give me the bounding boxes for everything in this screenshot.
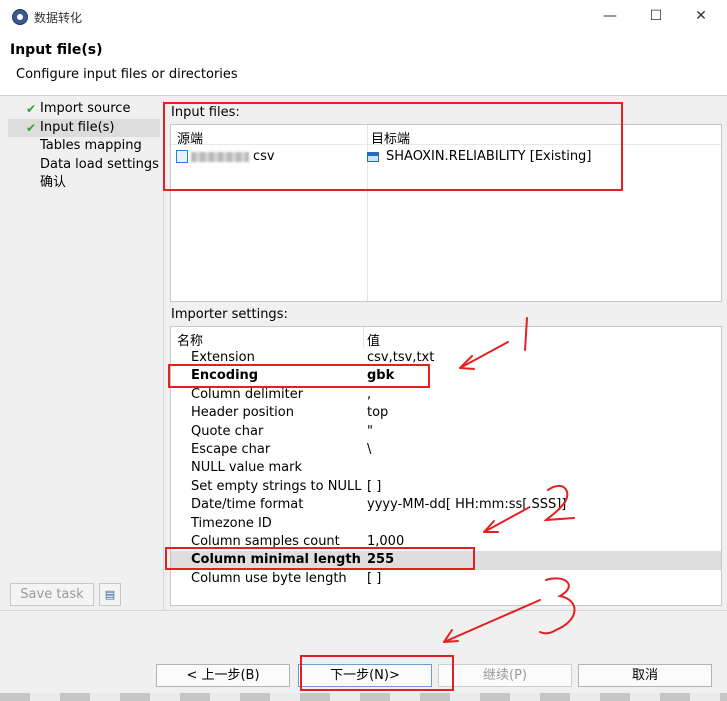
nav-item-input-files[interactable]: ✔ Input file(s) [8,118,160,137]
input-files-label: Input files: [171,105,240,120]
table-icon [367,152,379,162]
setting-name: Timezone ID [191,515,272,531]
setting-name: Encoding [191,368,259,384]
column-header-source[interactable]: 源端 [177,128,203,147]
background-window-strip [0,693,727,701]
setting-row-empty-strings-null[interactable]: Set empty strings to NULL [ ] [171,478,721,496]
setting-name: NULL value mark [191,460,303,476]
setting-row-header-position[interactable]: Header position top [171,404,721,422]
setting-row-timezone-id[interactable]: Timezone ID [171,515,721,533]
setting-value[interactable]: csv,tsv,txt [367,349,434,367]
setting-value[interactable]: 1,000 [367,533,404,551]
setting-row-column-delimiter[interactable]: Column delimiter , [171,386,721,404]
setting-name: Column delimiter [191,386,304,402]
setting-value[interactable]: top [367,404,388,422]
setting-row-byte-length[interactable]: Column use byte length [ ] [171,570,721,588]
setting-row-quote-char[interactable]: Quote char " [171,423,721,441]
setting-value[interactable]: gbk [367,367,394,385]
setting-name: Column samples count [191,534,340,549]
setting-row-extension[interactable]: Extension csv,tsv,txt [171,349,721,367]
nav-item-import-source[interactable]: ✔ Import source [8,100,160,119]
next-button[interactable]: 下一步(N)> [298,664,432,687]
wizard-footer [0,610,727,701]
setting-name: Escape char [191,442,271,457]
column-header-target[interactable]: 目标端 [371,128,410,147]
wizard-steps-nav: ✔ Import source ✔ Input file(s) Tables m… [8,100,160,610]
column-header-value[interactable]: 值 [367,330,380,349]
title-bar: 数据转化 — ☐ ✕ [0,0,727,34]
task-list-icon[interactable]: ▤ [99,583,121,606]
nav-item-label: Import source [40,101,131,116]
setting-name: Quote char [191,423,264,439]
nav-item-tables-mapping[interactable]: Tables mapping [8,137,160,156]
checkmark-icon: ✔ [26,120,37,135]
cancel-button[interactable]: 取消 [578,664,712,687]
close-icon[interactable]: ✕ [681,4,721,28]
nav-item-label: Tables mapping [40,138,142,153]
setting-value[interactable]: [ ] [367,478,381,496]
wizard-header: Input file(s) Configure input files or d… [0,34,727,96]
table-header: 名称 值 [171,327,721,349]
page-title: Input file(s) [10,42,103,58]
nav-item-confirm[interactable]: 确认 [8,174,160,193]
setting-value[interactable]: [ ] [367,570,381,588]
setting-value[interactable]: \ [367,441,371,459]
continue-button[interactable]: 继续(P) [438,664,572,687]
setting-row-escape-char[interactable]: Escape char \ [171,441,721,459]
window-title: 数据转化 [34,11,83,25]
setting-name: Column use byte length [191,570,347,586]
input-files-table[interactable]: 源端 目标端 csv SHAOXIN.RELIABILITY [Existing… [170,124,722,302]
nav-item-label: 确认 [40,175,67,190]
nav-item-data-load-settings[interactable]: Data load settings [8,156,160,175]
setting-value[interactable]: yyyy-MM-dd[ HH:mm:ss[.SSS]] [367,496,566,514]
importer-settings-label: Importer settings: [171,307,288,322]
checkmark-icon: ✔ [26,102,37,116]
panel-divider [163,100,164,610]
maximize-icon[interactable]: ☐ [636,4,676,28]
table-row[interactable]: csv SHAOXIN.RELIABILITY [Existing] [171,147,721,167]
setting-row-minimal-length[interactable]: Column minimal length 255 [171,551,721,570]
setting-name: Header position [191,405,294,421]
setting-value[interactable]: " [367,423,373,441]
setting-name: Extension [191,350,255,365]
file-extension: csv [253,149,275,164]
app-logo-icon [12,9,28,25]
column-header-name[interactable]: 名称 [177,330,203,349]
save-task-button[interactable]: Save task [10,583,94,606]
setting-row-datetime-format[interactable]: Date/time format yyyy-MM-dd[ HH:mm:ss[.S… [171,496,721,514]
setting-row-null-value-mark[interactable]: NULL value mark [171,459,721,477]
nav-item-label: Data load settings [40,156,159,172]
setting-row-samples-count[interactable]: Column samples count 1,000 [171,533,721,551]
setting-name: Date/time format [191,497,304,513]
back-button[interactable]: < 上一步(B) [156,664,290,687]
setting-name: Column minimal length [191,552,361,568]
target-table: SHAOXIN.RELIABILITY [Existing] [386,149,592,164]
setting-row-encoding[interactable]: Encoding gbk [171,367,721,385]
file-icon [176,150,188,163]
nav-item-label: Input file(s) [40,119,115,135]
blurred-filename [191,152,249,162]
setting-value[interactable]: 255 [367,551,394,569]
table-header: 源端 目标端 [171,125,721,147]
setting-value[interactable]: , [367,386,371,404]
importer-settings-table[interactable]: 名称 值 Extension csv,tsv,txt Encoding gbk … [170,326,722,606]
column-divider [363,327,364,347]
page-subtitle: Configure input files or directories [16,67,238,82]
minimize-icon[interactable]: — [590,4,630,28]
setting-name: Set empty strings to NULL [191,478,362,494]
